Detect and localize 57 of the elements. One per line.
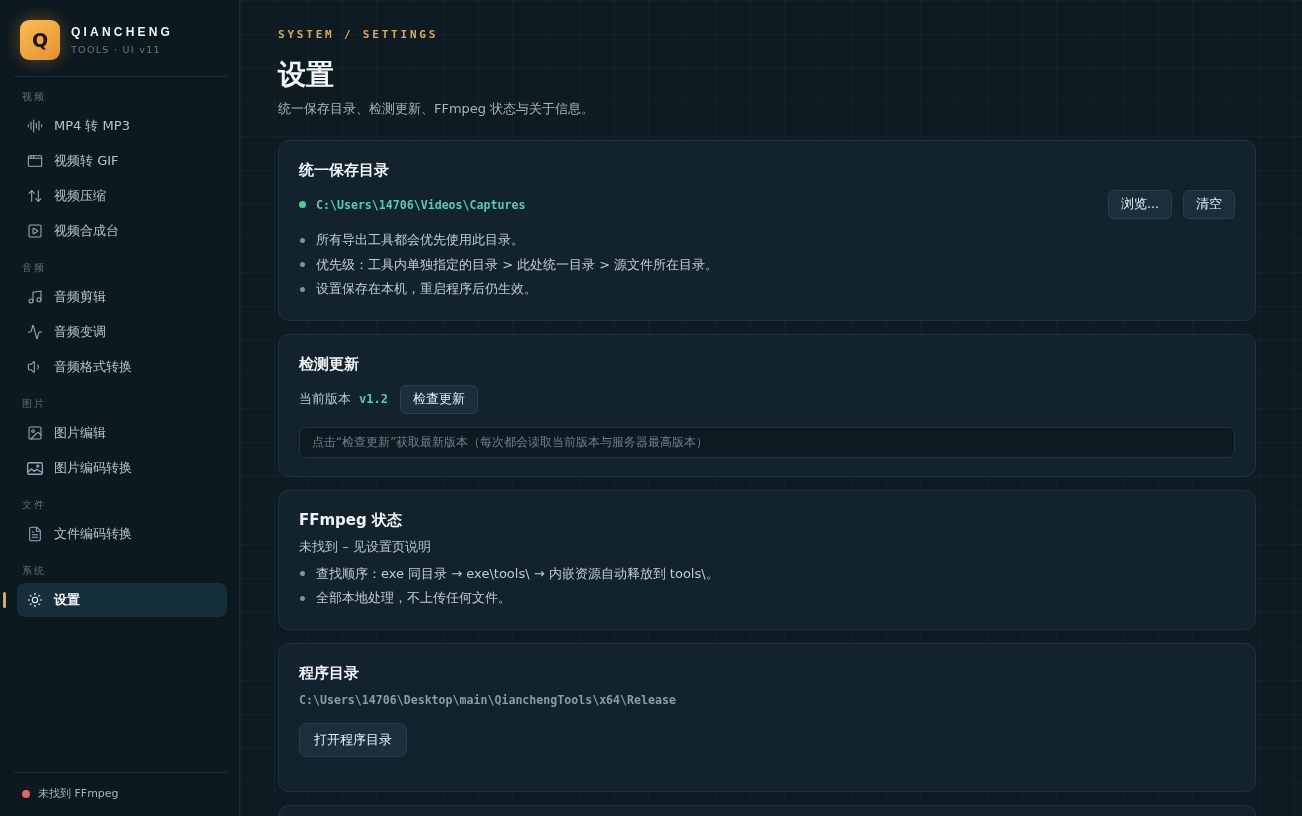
active-marker-icon <box>3 592 6 608</box>
sidebar-item[interactable]: 音频剪辑 <box>17 280 227 314</box>
page-subtitle: 统一保存目录、检测更新、FFmpeg 状态与关于信息。 <box>278 101 595 117</box>
image-icon <box>27 425 43 441</box>
section-label: 系统 <box>21 564 47 578</box>
pulse-icon <box>27 324 43 340</box>
open-folder-button[interactable]: 打开程序目录 <box>299 722 407 757</box>
app-subtitle: TOOLS · UI v11 <box>71 43 162 57</box>
section-label: 音频 <box>21 261 47 275</box>
ffmpeg-status-text: 未找到 – 见设置页说明 <box>299 537 431 556</box>
sidebar-item[interactable]: 视频合成台 <box>17 214 227 248</box>
update-status-field[interactable]: 点击“检查更新”获取最新版本（每次都会读取当前版本与服务器最高版本） <box>299 426 1235 458</box>
directory-path: C:\Users\14706\Videos\Captures <box>316 196 526 213</box>
sidebar-item[interactable]: 图片编辑 <box>17 416 227 450</box>
sidebar-item[interactable]: 文件编码转换 <box>17 517 227 551</box>
app-logo: Q <box>20 20 60 60</box>
landscape-icon <box>27 461 43 475</box>
ffmpeg-status: 未找到 FFmpeg <box>38 787 119 801</box>
note-text: 所有导出工具都会优先使用此目录。 <box>316 231 524 250</box>
card-title: 统一保存目录 <box>299 160 389 180</box>
note-text: 全部本地处理，不上传任何文件。 <box>316 589 511 608</box>
up-down-arrows-icon <box>27 188 43 204</box>
check-update-button[interactable]: 检查更新 <box>399 384 478 414</box>
section-label: 视频 <box>21 90 47 104</box>
note-text: 设置保存在本机，重启程序后仍生效。 <box>316 280 537 299</box>
document-icon <box>27 526 43 542</box>
bullet-icon <box>300 595 305 601</box>
sidebar-item[interactable]: 图片编码转换 <box>17 451 227 485</box>
waveform-icon <box>27 118 43 134</box>
section-label: 文件 <box>21 498 47 512</box>
note-text: 查找顺序：exe 同目录 → exe\tools\ → 内嵌资源自动释放到 tools\。 <box>316 564 719 583</box>
note-text: 优先级：工具内单独指定的目录 > 此处统一目录 > 源文件所在目录。 <box>316 255 719 274</box>
card-title: 程序目录 <box>299 662 359 683</box>
program-path: C:\Users\14706\Desktop\main\QianchengTools\x64\Release <box>299 691 676 708</box>
section-label: 图片 <box>21 397 47 411</box>
browse-button[interactable]: 浏览... <box>1108 190 1172 219</box>
window-icon <box>27 153 43 169</box>
sidebar-item[interactable]: 音频变调 <box>17 315 227 349</box>
version-value: v1.2 <box>359 391 388 407</box>
bullet-icon <box>300 237 305 243</box>
version-label: 当前版本 <box>299 391 351 407</box>
sidebar-item[interactable]: 音频格式转换 <box>17 350 227 384</box>
page-title: 设置 <box>278 58 334 92</box>
sun-icon <box>27 592 43 608</box>
play-icon <box>27 223 43 239</box>
app-title: QIANCHENG <box>71 24 174 40</box>
card-title: 检测更新 <box>299 353 359 374</box>
music-note-icon <box>27 289 43 305</box>
sidebar-item[interactable]: MP4 转 MP3 <box>17 109 227 143</box>
breadcrumb: SYSTEM / SETTINGS <box>278 28 439 42</box>
bullet-icon <box>300 262 305 268</box>
bullet-icon <box>300 571 305 577</box>
card-title: FFmpeg 状态 <box>299 509 402 530</box>
sidebar-item[interactable]: 视频转 GIF <box>17 144 227 178</box>
bullet-icon <box>300 286 305 292</box>
clear-button[interactable]: 清空 <box>1183 190 1235 219</box>
sidebar-item[interactable]: 视频压缩 <box>17 179 227 213</box>
